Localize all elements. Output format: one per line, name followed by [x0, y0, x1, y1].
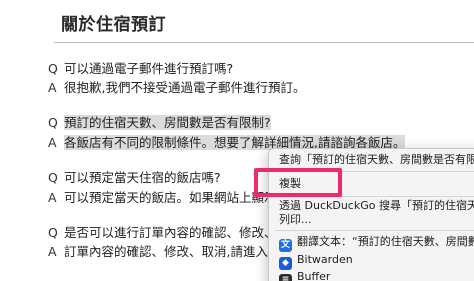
- question-text-selected[interactable]: 預訂的住宿天數、房間數是否有限制?: [64, 115, 271, 130]
- translate-icon: 文: [279, 239, 292, 252]
- faq-answer-4: A 訂單內容的確認、修改、取消,請進入: [48, 243, 268, 261]
- question-text: 可以通過電子郵件進行預訂嗎?: [64, 61, 234, 76]
- faq-answer-3: A 可以預定當天的飯店。如果網站上顯示: [48, 189, 277, 207]
- answer-text: 可以預定當天的飯店。如果網站上顯示: [64, 190, 277, 205]
- question-text: 可以預定當天住宿的飯店嗎?: [64, 170, 221, 185]
- menu-item-bitwarden[interactable]: ◆ Bitwarden: [279, 252, 353, 270]
- question-mark-label: Q: [48, 115, 58, 130]
- annotation-highlight-box: [254, 168, 342, 197]
- page: 關於住宿預訂 Q 可以通過電子郵件進行預訂嗎? A 很抱歉,我們不接受通過電子郵件進…: [0, 0, 474, 281]
- answer-mark-label: A: [48, 80, 57, 95]
- question-mark-label: Q: [48, 170, 58, 185]
- menu-item-buffer[interactable]: ≡ Buffer: [279, 269, 330, 281]
- answer-text: 訂單內容的確認、修改、取消,請進入: [64, 244, 268, 259]
- question-text: 是否可以進行訂單內容的確認、修改、: [64, 225, 277, 240]
- title-divider: [54, 42, 474, 43]
- faq-question-4: Q 是否可以進行訂單內容的確認、修改、: [48, 224, 277, 242]
- page-title: 關於住宿預訂: [61, 15, 166, 35]
- question-mark-label: Q: [48, 61, 58, 76]
- faq-question-1: Q 可以通過電子郵件進行預訂嗎?: [48, 60, 233, 78]
- layers-icon: ≡: [279, 274, 292, 281]
- menu-divider: [275, 230, 474, 231]
- answer-text: 很抱歉,我們不接受通過電子郵件進行預訂。: [64, 80, 306, 95]
- answer-mark-label: A: [48, 190, 57, 205]
- menu-item-lookup[interactable]: 查詢「預訂的住宿天數、房間數是否有限制?」: [279, 152, 474, 168]
- question-mark-label: Q: [48, 225, 58, 240]
- faq-question-2: Q 預訂的住宿天數、房間數是否有限制?: [48, 114, 271, 132]
- menu-item-bitwarden-label: Bitwarden: [297, 253, 353, 266]
- menu-item-translate-label: 翻譯文本：“預訂的住宿天數、房間數是否有限: [297, 235, 474, 248]
- faq-answer-1: A 很抱歉,我們不接受通過電子郵件進行預訂。: [48, 79, 305, 97]
- menu-item-print[interactable]: 列印...: [279, 212, 312, 228]
- menu-item-translate[interactable]: 文翻譯文本：“預訂的住宿天數、房間數是否有限: [279, 234, 474, 252]
- menu-item-buffer-label: Buffer: [297, 270, 331, 281]
- answer-mark-label: A: [48, 244, 57, 259]
- faq-question-3: Q 可以預定當天住宿的飯店嗎?: [48, 169, 221, 187]
- answer-mark-label: A: [48, 135, 57, 150]
